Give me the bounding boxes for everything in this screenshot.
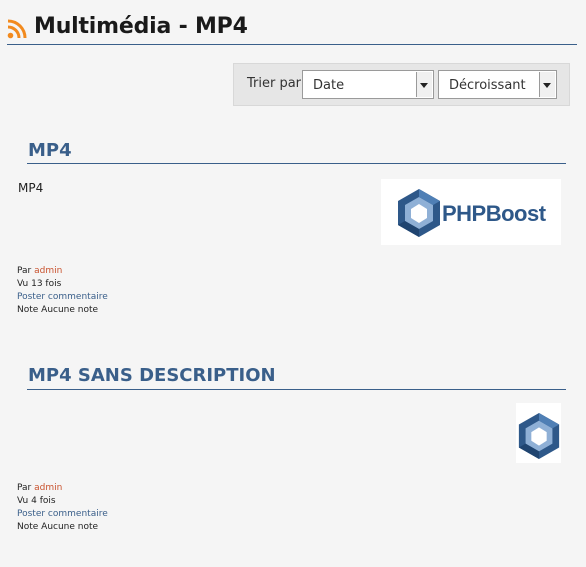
author-link[interactable]: admin [34, 266, 62, 276]
item-meta: Par admin Vu 13 fois Poster commentaire … [17, 265, 108, 317]
author-link[interactable]: admin [34, 483, 62, 493]
item-divider [27, 163, 566, 164]
item-title[interactable]: MP4 SANS DESCRIPTION [28, 365, 276, 386]
post-comment-link[interactable]: Poster commentaire [17, 291, 108, 304]
sort-field-select[interactable]: Date [302, 70, 434, 99]
phpboost-logo-icon [398, 189, 440, 237]
item-title[interactable]: MP4 [28, 140, 72, 161]
rss-icon[interactable] [7, 19, 27, 39]
page-title: Multimédia - MP4 [34, 14, 248, 39]
sort-order-select[interactable]: Décroissant [438, 70, 557, 99]
sort-label: Trier par [247, 76, 302, 91]
item-divider [27, 389, 566, 390]
item-thumbnail[interactable]: PHPBoost [381, 179, 561, 245]
sort-bar: Trier par Date Décroissant [233, 63, 570, 106]
rating-text: Note Aucune note [17, 305, 99, 315]
item-meta: Par admin Vu 4 fois Poster commentaire N… [17, 482, 108, 534]
chevron-down-icon[interactable] [416, 72, 432, 97]
sort-order-value: Décroissant [449, 78, 526, 93]
author-line: Par admin [17, 266, 63, 276]
item-description: MP4 [18, 181, 44, 195]
chevron-down-icon[interactable] [539, 72, 555, 97]
rating-text: Note Aucune note [17, 522, 99, 532]
post-comment-link[interactable]: Poster commentaire [17, 508, 108, 521]
thumbnail-logo-text: PHPBoost [442, 201, 546, 226]
view-count: Vu 4 fois [17, 496, 56, 506]
page-header: Multimédia - MP4 [7, 14, 577, 45]
phpboost-logo-icon [518, 413, 560, 459]
sort-field-value: Date [313, 78, 345, 93]
author-line: Par admin [17, 483, 63, 493]
view-count: Vu 13 fois [17, 279, 62, 289]
item-thumbnail[interactable] [516, 403, 561, 463]
